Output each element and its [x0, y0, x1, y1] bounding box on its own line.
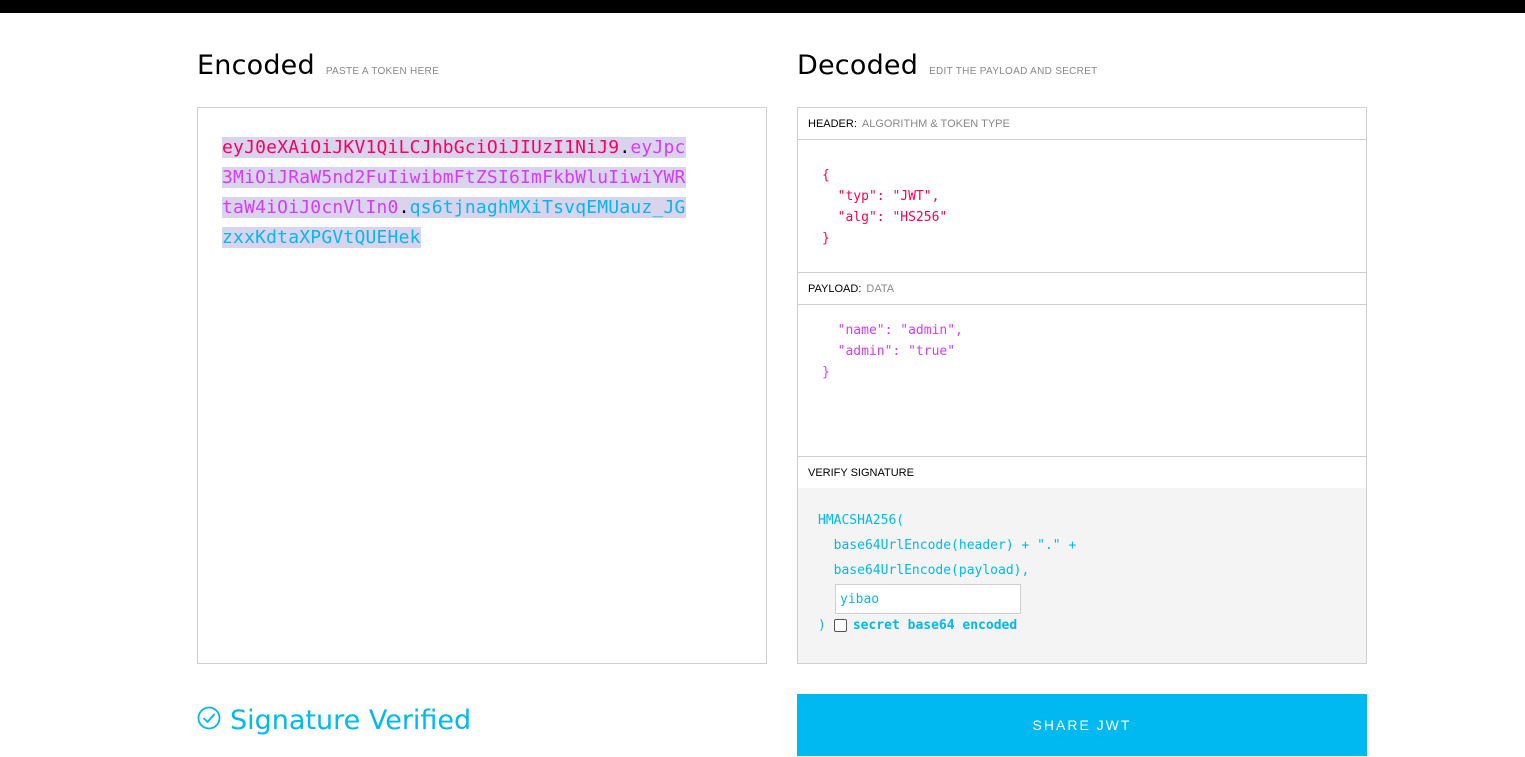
header-label: HEADER: [808, 117, 857, 130]
payload-sublabel: DATA [866, 282, 895, 295]
close-paren: ) [818, 618, 826, 633]
token-header-part: eyJ0eXAiOiJKV1QiLCJhbGciOiJIUzI1NiJ9 [222, 137, 620, 158]
header-json-editor[interactable]: { "typ": "JWT", "alg": "HS256" } [822, 165, 947, 249]
encoded-title: Encoded [197, 50, 315, 81]
decoded-title: Decoded [797, 50, 919, 81]
token-text[interactable]: eyJ0eXAiOiJKV1QiLCJhbGciOiJIUzI1NiJ9.eyJ… [222, 133, 692, 253]
base64-checkbox-label[interactable]: secret base64 encoded [853, 618, 1017, 633]
hmac-line-3: base64UrlEncode(payload), [818, 563, 1030, 578]
decoded-heading: Decoded EDIT THE PAYLOAD AND SECRET [797, 50, 1098, 81]
encoded-token-editor[interactable]: eyJ0eXAiOiJKV1QiLCJhbGciOiJIUzI1NiJ9.eyJ… [197, 107, 767, 664]
check-circle-icon [197, 706, 221, 735]
secret-input[interactable] [835, 584, 1021, 614]
payload-label: PAYLOAD: [808, 282, 862, 295]
base64-checkbox[interactable] [833, 619, 847, 632]
payload-section-title: PAYLOAD: DATA [798, 273, 1366, 305]
verify-section-title: VERIFY SIGNATURE [798, 457, 1366, 489]
hmac-line-2: base64UrlEncode(header) + "." + [818, 538, 1077, 553]
decoded-panel: HEADER: ALGORITHM & TOKEN TYPE { "typ": … [797, 107, 1367, 664]
encoded-subtitle: PASTE A TOKEN HERE [325, 66, 440, 77]
share-jwt-button[interactable]: SHARE JWT [797, 694, 1367, 756]
top-bar [0, 0, 1525, 13]
header-section-title: HEADER: ALGORITHM & TOKEN TYPE [798, 108, 1366, 140]
hmac-line-1: HMACSHA256( [818, 513, 905, 528]
close-row: ) secret base64 encoded [818, 618, 1017, 633]
verify-signature-area: HMACSHA256( base64UrlEncode(header) + ".… [798, 488, 1366, 663]
signature-status: Signature Verified [197, 705, 471, 736]
encoded-heading: Encoded PASTE A TOKEN HERE [197, 50, 439, 81]
token-dot: . [398, 197, 410, 218]
payload-json-editor[interactable]: "name": "admin", "admin": "true" } [822, 320, 963, 383]
verify-label: VERIFY SIGNATURE [808, 466, 914, 479]
signature-status-text: Signature Verified [230, 705, 472, 736]
token-dot: . [619, 137, 631, 158]
header-sublabel: ALGORITHM & TOKEN TYPE [861, 117, 1010, 130]
decoded-subtitle: EDIT THE PAYLOAD AND SECRET [929, 66, 1098, 77]
